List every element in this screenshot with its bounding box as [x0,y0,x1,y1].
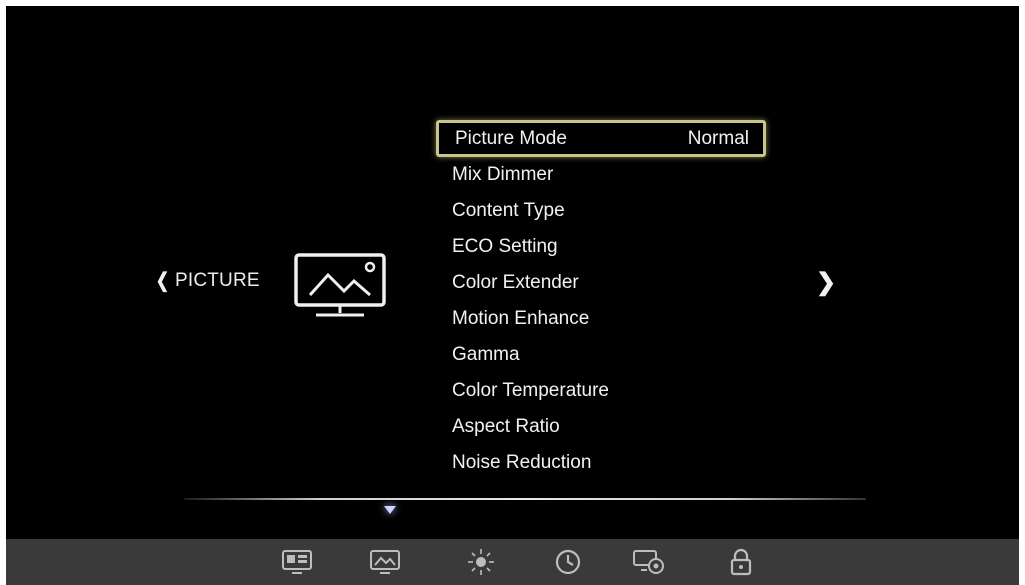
menu-item-eco-setting[interactable]: ECO Setting [436,229,766,265]
chevron-left-icon: ❮ [155,270,170,292]
chevron-right-icon[interactable]: ❯ [816,268,836,297]
tv-screen: ❮ PICTURE Picture Mode Normal Mix Dimmer… [6,6,1019,585]
menu-position-track [184,498,866,500]
menu-item-label: Color Extender [452,272,579,293]
menu-item-mix-dimmer[interactable]: Mix Dimmer [436,157,766,193]
section-nav-previous[interactable]: ❮ PICTURE [154,268,260,293]
menu-item-motion-enhance[interactable]: Motion Enhance [436,301,766,337]
menu-item-aspect-ratio[interactable]: Aspect Ratio [436,409,766,445]
picture-menu: Picture Mode Normal Mix Dimmer Content T… [436,120,766,481]
menu-item-label: Noise Reduction [452,452,592,473]
menu-item-label: Picture Mode [455,127,567,149]
bottom-icon-bar [6,539,1019,585]
menu-item-color-extender[interactable]: Color Extender [436,265,766,301]
timer-clock-icon[interactable] [551,547,585,577]
track-marker-icon [384,506,396,514]
menu-item-label: Aspect Ratio [452,416,560,437]
menu-item-picture-mode[interactable]: Picture Mode Normal [436,120,766,157]
menu-item-color-temperature[interactable]: Color Temperature [436,373,766,409]
sound-icon[interactable] [464,547,498,577]
menu-item-noise-reduction[interactable]: Noise Reduction [436,445,766,481]
picture-settings-icon[interactable] [368,547,402,577]
menu-item-gamma[interactable]: Gamma [436,337,766,373]
menu-item-label: Mix Dimmer [452,164,554,185]
menu-item-label: Content Type [452,200,565,221]
menu-item-label: Motion Enhance [452,308,590,329]
input-source-icon[interactable] [280,547,314,577]
menu-item-label: ECO Setting [452,236,558,257]
menu-item-value: Normal [687,127,749,149]
picture-icon [294,253,386,317]
setup-gear-icon[interactable] [632,547,666,577]
lock-icon[interactable] [724,547,758,577]
menu-item-label: Gamma [452,344,520,365]
menu-item-content-type[interactable]: Content Type [436,193,766,229]
section-title: PICTURE [174,269,260,291]
menu-item-label: Color Temperature [452,380,610,401]
